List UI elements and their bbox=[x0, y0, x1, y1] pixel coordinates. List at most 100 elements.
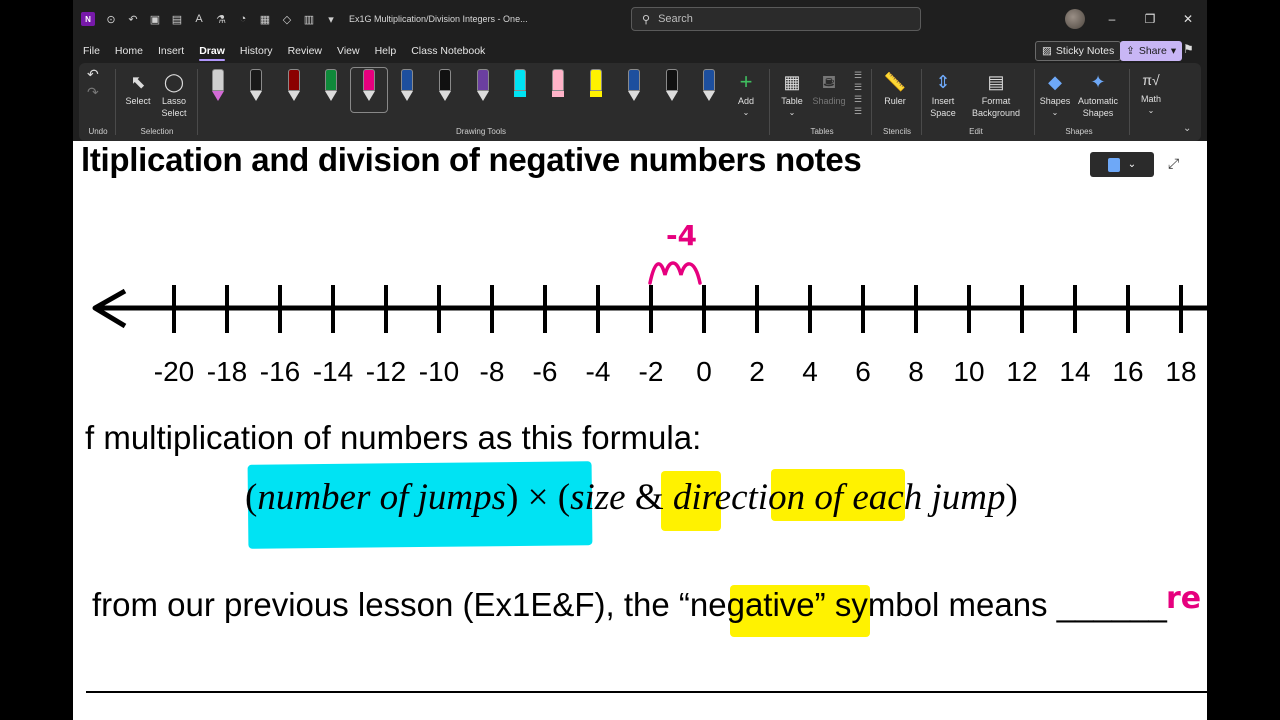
back-icon[interactable]: ⊙ bbox=[101, 8, 121, 30]
math-button[interactable]: π√ Math ⌄ bbox=[1133, 67, 1169, 117]
tick-label: -6 bbox=[533, 356, 558, 387]
pen-tip bbox=[438, 91, 451, 101]
font-color-icon[interactable]: A bbox=[189, 8, 209, 30]
tab-class-notebook[interactable]: Class Notebook bbox=[411, 45, 485, 57]
tick-label: 8 bbox=[908, 356, 924, 387]
divider bbox=[197, 69, 198, 135]
chevron-down-icon: ▾ bbox=[1170, 45, 1177, 57]
tab-help[interactable]: Help bbox=[375, 45, 397, 57]
handwritten-answer: re bbox=[1166, 581, 1202, 616]
insert-space-icon: ⇕ bbox=[935, 72, 951, 92]
pen-pen-4[interactable] bbox=[318, 67, 344, 105]
pen-barrel bbox=[325, 69, 338, 91]
table-qat-icon[interactable]: ▦ bbox=[255, 8, 275, 30]
share-button[interactable]: ⇪ Share ▾ bbox=[1120, 41, 1183, 61]
ruler-button[interactable]: 📏 Ruler bbox=[877, 69, 913, 107]
table-button[interactable]: ▦ Table ⌄ bbox=[775, 69, 809, 119]
format-background-button[interactable]: ▤ Format Background bbox=[963, 69, 1029, 119]
sticky-notes-button[interactable]: ▨ Sticky Notes bbox=[1035, 41, 1122, 61]
automatic-shapes-button[interactable]: ✦ Automatic Shapes bbox=[1073, 69, 1123, 119]
pen-pencil-13[interactable] bbox=[659, 67, 685, 105]
redo-button[interactable]: ↷ bbox=[87, 83, 99, 101]
group-label-edit: Edit bbox=[969, 127, 983, 136]
pen-highlighter-9[interactable] bbox=[507, 67, 533, 105]
paint-bucket-icon: ⛾ bbox=[821, 72, 837, 92]
table-align-button[interactable]: ☰ ☰ ☰ ☰ bbox=[851, 69, 865, 117]
shapes-qat-icon[interactable]: ◔ bbox=[233, 8, 253, 30]
pen-barrel bbox=[552, 69, 565, 91]
pen-pen-7[interactable] bbox=[432, 67, 458, 105]
minimize-button[interactable]: – bbox=[1097, 8, 1127, 30]
pen-pencil-14[interactable] bbox=[696, 67, 722, 105]
tab-home[interactable]: Home bbox=[115, 45, 143, 57]
pen-tip bbox=[287, 91, 300, 101]
pen-pen-8[interactable] bbox=[470, 67, 496, 105]
tick-label: -2 bbox=[639, 356, 664, 387]
pen-barrel bbox=[665, 69, 678, 91]
note-page[interactable]: ltiplication and division of negative nu… bbox=[73, 141, 1207, 720]
tab-draw[interactable]: Draw bbox=[199, 45, 225, 61]
automatic-shapes-icon: ✦ bbox=[1090, 72, 1106, 92]
formula-number-of-jumps: number of jumps bbox=[257, 477, 507, 518]
table-icon: ▦ bbox=[783, 72, 801, 92]
paint-icon[interactable]: ⚗ bbox=[211, 8, 231, 30]
note-icon[interactable]: ▤ bbox=[167, 8, 187, 30]
tab-view[interactable]: View bbox=[337, 45, 360, 57]
group-label-drawing-tools: Drawing Tools bbox=[455, 127, 507, 136]
search-icon: ⚲ bbox=[642, 13, 651, 26]
pen-pen-3[interactable] bbox=[281, 67, 307, 105]
align-icon: ☰ ☰ ☰ ☰ bbox=[853, 70, 863, 116]
close-button[interactable]: ✕ bbox=[1173, 8, 1203, 30]
sentence-highlight-negative: negative bbox=[689, 586, 815, 623]
tab-insert[interactable]: Insert bbox=[158, 45, 184, 57]
restore-button[interactable]: ❐ bbox=[1135, 8, 1165, 30]
add-label: Add bbox=[737, 96, 754, 106]
formula-size: size bbox=[570, 477, 626, 518]
lasso-select-button[interactable]: ◯ Lasso Select bbox=[157, 69, 191, 119]
search-input[interactable]: ⚲ Search bbox=[631, 7, 921, 31]
insert-space-button[interactable]: ⇕ Insert Space bbox=[925, 69, 961, 119]
pen-highlighter-10[interactable] bbox=[545, 67, 571, 105]
fill-icon[interactable]: ◇ bbox=[277, 8, 297, 30]
tab-review[interactable]: Review bbox=[288, 45, 322, 57]
plus-icon: + bbox=[739, 69, 753, 94]
pen-barrel bbox=[438, 69, 451, 91]
tick-label: -20 bbox=[154, 356, 194, 387]
pen-highlighter-11[interactable] bbox=[583, 67, 609, 105]
group-label-shapes: Shapes bbox=[1065, 127, 1093, 136]
lasso-icon: ◯ bbox=[163, 72, 185, 92]
tab-history[interactable]: History bbox=[240, 45, 273, 57]
pen-pen-6[interactable] bbox=[394, 67, 420, 105]
sentence-suffix: ” symbol means ______ bbox=[814, 586, 1167, 623]
group-label-stencils: Stencils bbox=[882, 127, 912, 136]
shading-button[interactable]: ⛾ Shading bbox=[809, 69, 849, 107]
columns-icon[interactable]: ▥ bbox=[299, 8, 319, 30]
dock-icon[interactable]: ▣ bbox=[145, 8, 165, 30]
share-label: Share bbox=[1138, 45, 1167, 57]
ribbon-expand-icon[interactable]: ⌄ bbox=[1183, 123, 1191, 134]
format-bg-label-2: Background bbox=[971, 108, 1021, 118]
select-button[interactable]: ⬉ Select bbox=[121, 69, 155, 107]
add-pen-button[interactable]: + Add ⌄ bbox=[731, 69, 761, 119]
feedback-icon[interactable]: ⚑ bbox=[1183, 42, 1194, 56]
undo-button[interactable]: ↶ bbox=[87, 65, 99, 83]
avatar[interactable] bbox=[1065, 9, 1085, 29]
pen-eraser-1[interactable] bbox=[205, 67, 231, 105]
pen-pencil-12[interactable] bbox=[621, 67, 647, 105]
tab-file[interactable]: File bbox=[83, 45, 100, 57]
tick-label: -16 bbox=[260, 356, 300, 387]
divider bbox=[1034, 69, 1035, 135]
shapes-button[interactable]: ◆ Shapes ⌄ bbox=[1037, 69, 1073, 119]
table-label: Table bbox=[781, 96, 803, 106]
undo-icon[interactable]: ↶ bbox=[123, 8, 143, 30]
pen-barrel bbox=[249, 69, 262, 91]
background-grid-icon: ▤ bbox=[987, 72, 1005, 92]
insert-space-label-1: Insert bbox=[931, 96, 955, 106]
jump-arcs bbox=[648, 261, 702, 285]
jump-annotation: -4 bbox=[666, 219, 697, 252]
group-label-undo: Undo bbox=[88, 127, 108, 136]
pen-pen-2[interactable] bbox=[243, 67, 269, 105]
formula-paren: ) bbox=[506, 477, 519, 518]
customize-qat-icon[interactable]: ▾ bbox=[321, 8, 341, 30]
pen-barrel bbox=[703, 69, 716, 91]
